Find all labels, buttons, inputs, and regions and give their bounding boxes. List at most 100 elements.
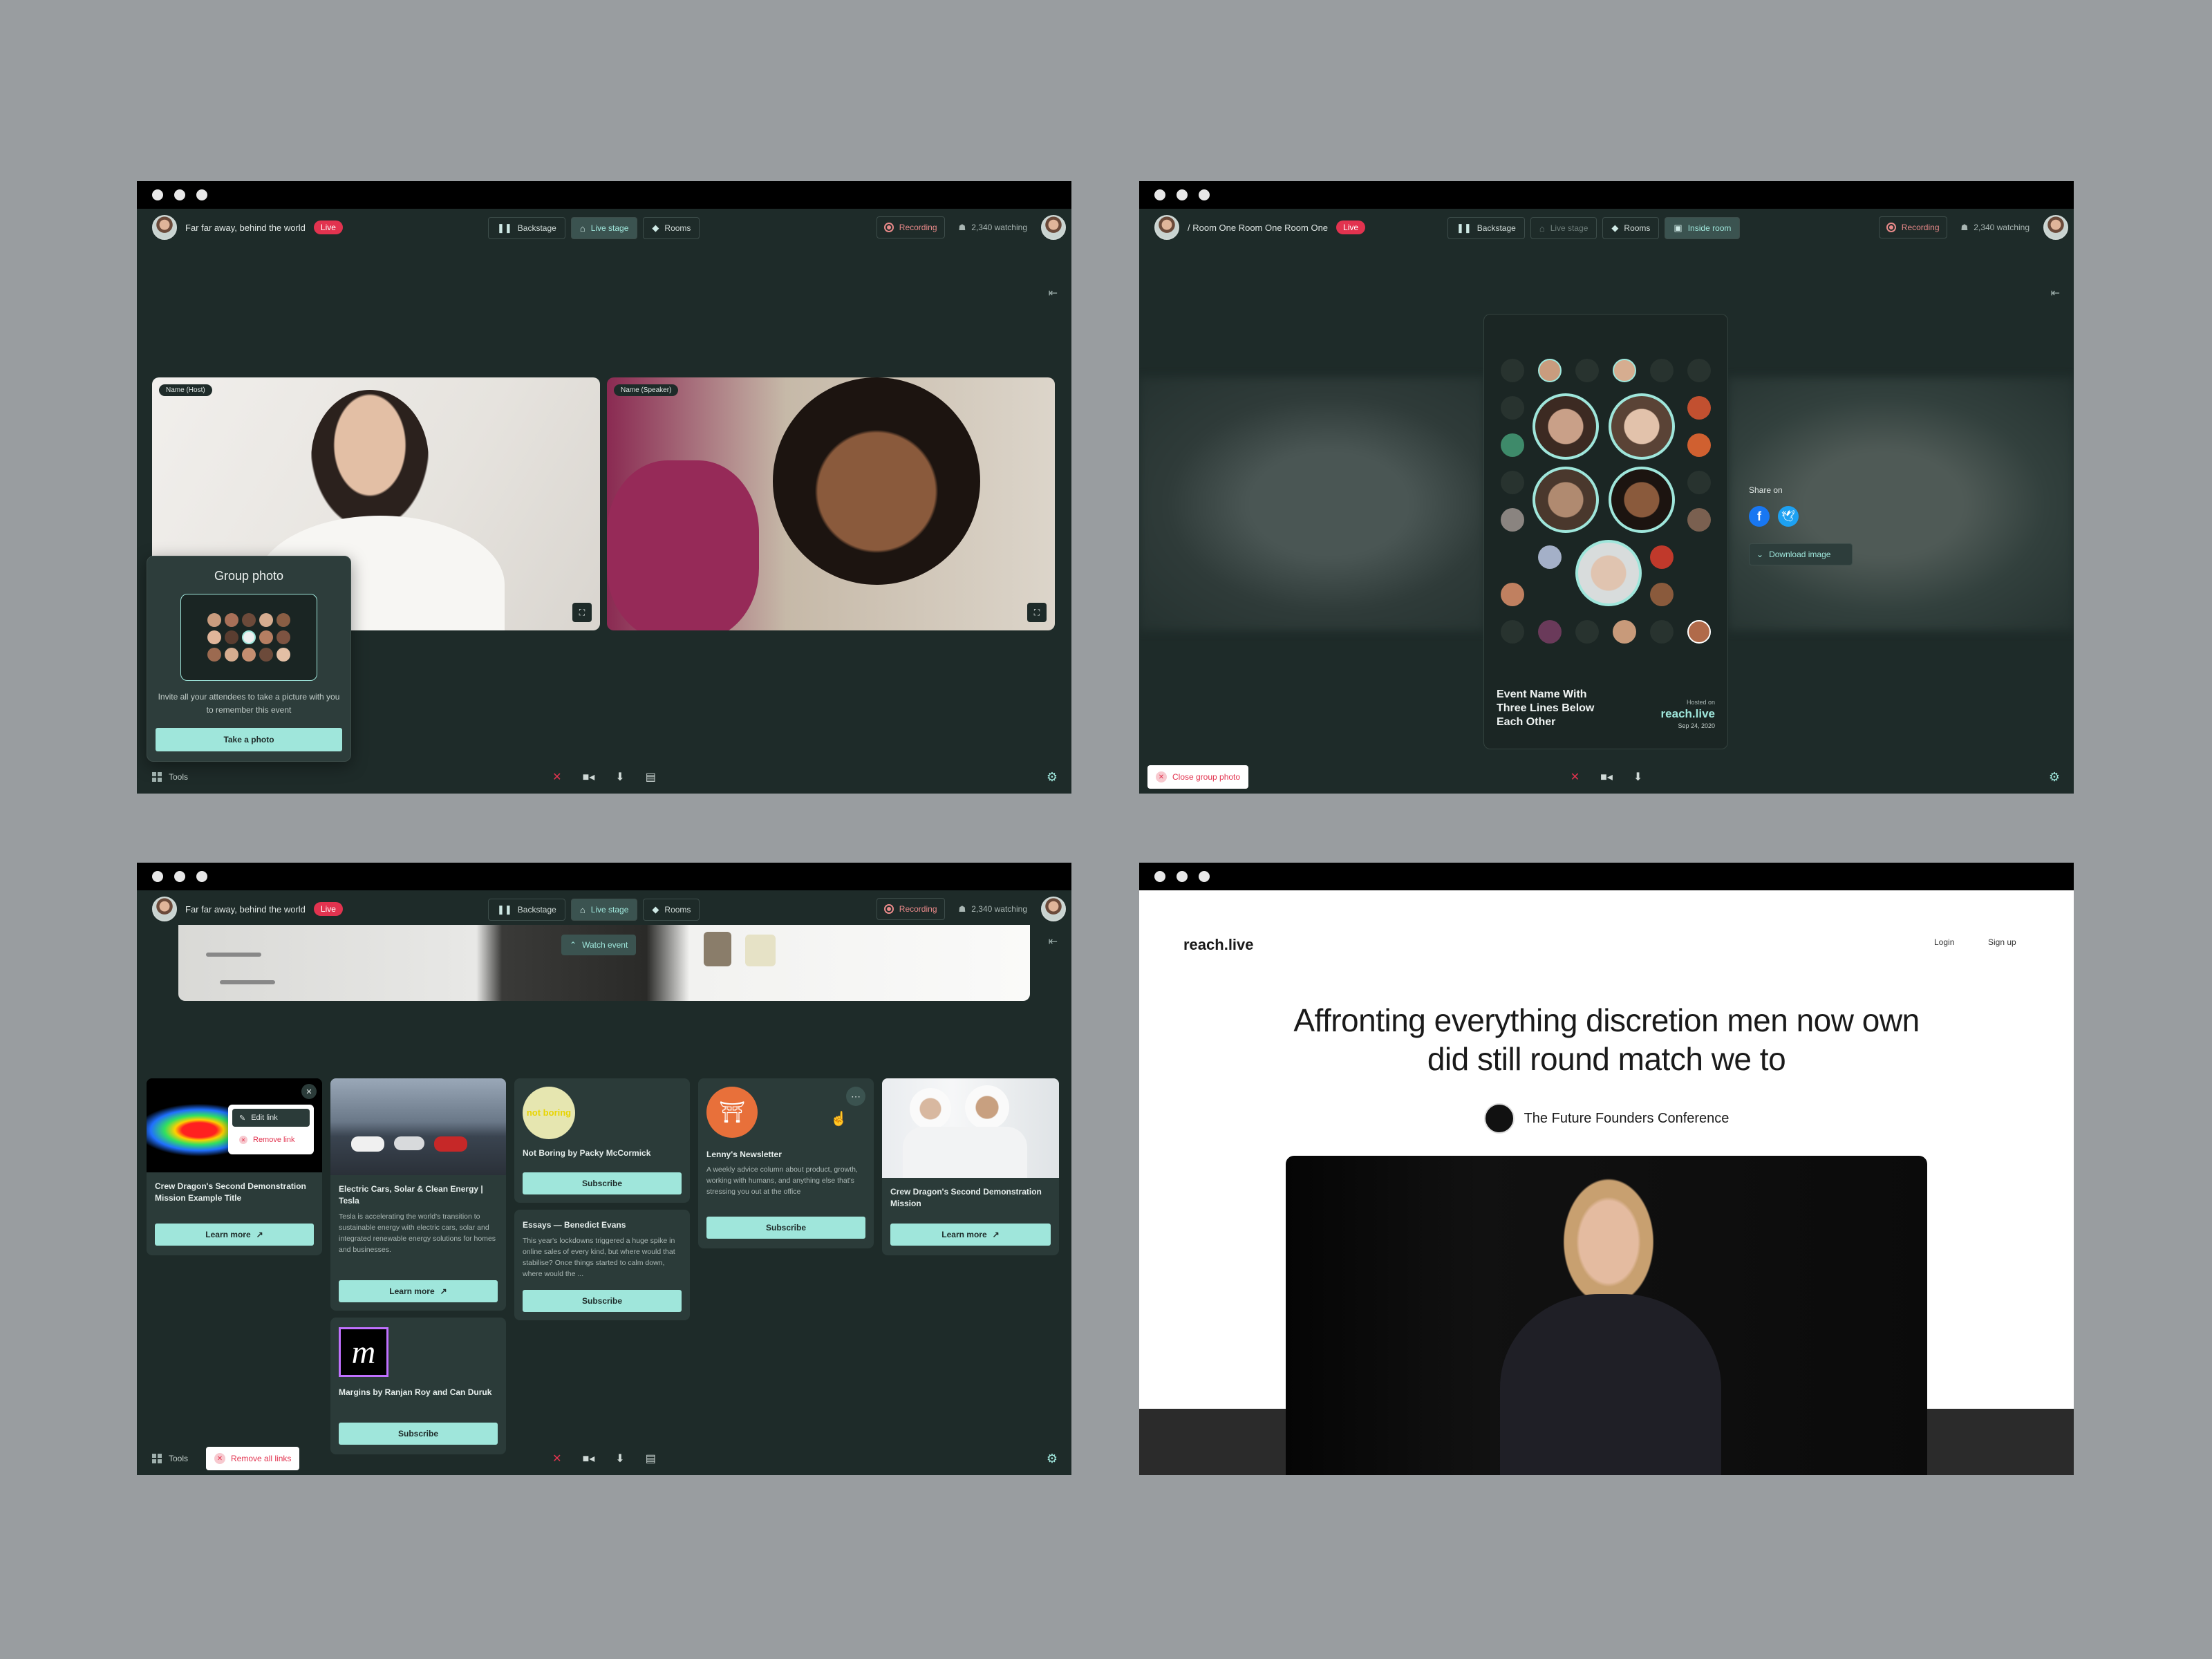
share-on-label: Share on: [1749, 485, 1783, 495]
close-icon[interactable]: ✕: [301, 1084, 317, 1099]
microphone-icon[interactable]: ⬇: [615, 770, 624, 784]
window-dot[interactable]: [152, 189, 163, 200]
live-stage-button[interactable]: ⌂ Live stage: [1530, 217, 1597, 239]
screen-share-icon[interactable]: ▤: [646, 770, 656, 784]
backstage-button[interactable]: ❚❚ Backstage: [488, 899, 565, 921]
speaker-video-tile[interactable]: Name (Speaker) ⛶: [607, 377, 1055, 630]
learn-more-button[interactable]: Learn more ↗: [155, 1224, 314, 1246]
viewers-icon: ☗: [958, 223, 966, 232]
collapse-panel-icon[interactable]: ⇤: [2051, 286, 2060, 300]
learn-more-button[interactable]: Learn more ↗: [339, 1280, 498, 1302]
backstage-button[interactable]: ❚❚ Backstage: [1447, 217, 1525, 239]
stage-nav: ❚❚ Backstage ⌂ Live stage ◆ Rooms: [488, 217, 700, 239]
rooms-button[interactable]: ◆ Rooms: [643, 899, 700, 921]
newsletter-card[interactable]: m Margins by Ranjan Roy and Can Duruk Su…: [330, 1318, 506, 1454]
window-dot[interactable]: [1199, 871, 1210, 882]
collapse-panel-icon[interactable]: ⇤: [1049, 286, 1058, 300]
chevron-up-icon: ⌃: [570, 940, 577, 950]
edit-link-item[interactable]: ✎ Edit link: [232, 1109, 310, 1127]
end-call-icon[interactable]: ✕: [552, 770, 561, 784]
gear-icon[interactable]: ⚙: [1047, 770, 1058, 785]
record-icon: [883, 904, 894, 914]
tools-button[interactable]: Tools: [152, 772, 188, 782]
twitter-icon[interactable]: 🕊: [1778, 506, 1799, 527]
end-call-icon[interactable]: ✕: [1571, 770, 1580, 784]
learn-more-button[interactable]: Learn more ↗: [890, 1224, 1051, 1246]
user-avatar[interactable]: [1041, 897, 1066, 921]
take-photo-button[interactable]: Take a photo: [156, 728, 342, 751]
gear-icon[interactable]: ⚙: [2049, 770, 2060, 785]
bottom-toolbar: Tools ✕ ■◂ ⬇ ▤ ⚙: [137, 760, 1071, 794]
tools-button[interactable]: Tools: [152, 1454, 188, 1463]
backstage-button[interactable]: ❚❚ Backstage: [488, 217, 565, 239]
microphone-icon[interactable]: ⬇: [615, 1452, 624, 1465]
microphone-icon[interactable]: ⬇: [1633, 770, 1642, 784]
collapse-panel-icon[interactable]: ⇤: [1049, 935, 1058, 948]
hero-video[interactable]: [1286, 1156, 1927, 1475]
host-avatar[interactable]: [152, 215, 177, 240]
remove-icon: ✕: [239, 1136, 247, 1144]
link-card[interactable]: Electric Cars, Solar & Clean Energy | Te…: [330, 1078, 506, 1311]
card-event-name: Event Name With Three Lines Below Each O…: [1497, 688, 1595, 728]
host-avatar[interactable]: [1154, 215, 1179, 240]
event-title: Far far away, behind the world: [185, 222, 306, 233]
subscribe-button[interactable]: Subscribe: [523, 1172, 682, 1194]
remove-all-links-button[interactable]: ✕ Remove all links: [206, 1447, 300, 1470]
fullscreen-icon[interactable]: ⛶: [572, 603, 592, 622]
end-call-icon[interactable]: ✕: [552, 1452, 561, 1465]
window-dot[interactable]: [1154, 871, 1165, 882]
recording-button[interactable]: Recording: [876, 216, 945, 238]
window-landing-page: reach.live Login Sign up Affronting ever…: [1139, 863, 2074, 1475]
newsletter-card[interactable]: ⛩ ⋯ ☝ Lenny's Newsletter A weekly advice…: [698, 1078, 874, 1248]
cursor-hand-icon: ☝: [830, 1112, 847, 1127]
window-dot[interactable]: [174, 871, 185, 882]
brand-logo[interactable]: reach.live: [1183, 936, 1254, 954]
camera-icon[interactable]: ■◂: [1600, 770, 1613, 784]
rooms-button[interactable]: ◆ Rooms: [643, 217, 700, 239]
camera-icon[interactable]: ■◂: [583, 770, 595, 784]
download-image-button[interactable]: ⌄ Download image: [1749, 543, 1853, 565]
newsletter-card[interactable]: not boring Not Boring by Packy McCormick…: [514, 1078, 690, 1203]
signup-link[interactable]: Sign up: [1988, 937, 2016, 947]
close-group-photo-button[interactable]: ✕ Close group photo: [1147, 765, 1249, 789]
card-image: [882, 1078, 1059, 1178]
camera-icon[interactable]: ■◂: [583, 1452, 595, 1465]
window-dot[interactable]: [196, 871, 207, 882]
window-dot[interactable]: [1199, 189, 1210, 200]
hero-headline: Affronting everything discretion men now…: [1293, 1002, 1920, 1077]
org-name[interactable]: The Future Founders Conference: [1524, 1111, 1730, 1127]
link-card[interactable]: Crew Dragon's Second Demonstration Missi…: [882, 1078, 1059, 1255]
remove-link-item[interactable]: ✕ Remove link: [232, 1131, 310, 1149]
gear-icon[interactable]: ⚙: [1047, 1452, 1058, 1466]
screen-share-icon[interactable]: ▤: [646, 1452, 656, 1465]
recording-button[interactable]: Recording: [876, 898, 945, 920]
recording-button[interactable]: Recording: [1878, 216, 1947, 238]
subscribe-button[interactable]: Subscribe: [706, 1217, 865, 1239]
window-dot[interactable]: [174, 189, 185, 200]
inside-room-button[interactable]: ▣ Inside room: [1665, 217, 1741, 239]
facebook-icon[interactable]: f: [1749, 506, 1770, 527]
arrow-up-right-icon: ↗: [440, 1286, 447, 1296]
group-photo-card: Event Name With Three Lines Below Each O…: [1483, 314, 1728, 749]
more-options-icon[interactable]: ⋯: [846, 1087, 865, 1106]
rooms-button[interactable]: ◆ Rooms: [1602, 217, 1660, 239]
login-link[interactable]: Login: [1934, 937, 1954, 947]
bottom-toolbar: ✕ Close group photo ✕ ■◂ ⬇ ⚙: [1139, 760, 2074, 794]
window-dot[interactable]: [1177, 189, 1188, 200]
card-description: A weekly advice column about product, gr…: [706, 1165, 858, 1196]
host-avatar[interactable]: [152, 897, 177, 921]
fullscreen-icon[interactable]: ⛶: [1027, 603, 1047, 622]
card-title: Crew Dragon's Second Demonstration Missi…: [155, 1181, 306, 1203]
live-stage-button[interactable]: ⌂ Live stage: [570, 899, 638, 921]
watch-event-button[interactable]: ⌃ Watch event: [561, 935, 637, 955]
window-dot[interactable]: [1154, 189, 1165, 200]
window-dot[interactable]: [196, 189, 207, 200]
link-card[interactable]: ✕ ✎ Edit link ✕ Remove link Crew Dragon's …: [147, 1078, 322, 1255]
subscribe-button[interactable]: Subscribe: [523, 1290, 682, 1312]
live-stage-button[interactable]: ⌂ Live stage: [570, 217, 638, 239]
window-dot[interactable]: [1177, 871, 1188, 882]
newsletter-card[interactable]: Essays — Benedict Evans This year's lock…: [514, 1210, 690, 1320]
user-avatar[interactable]: [1041, 215, 1066, 240]
user-avatar[interactable]: [2043, 215, 2068, 240]
window-dot[interactable]: [152, 871, 163, 882]
